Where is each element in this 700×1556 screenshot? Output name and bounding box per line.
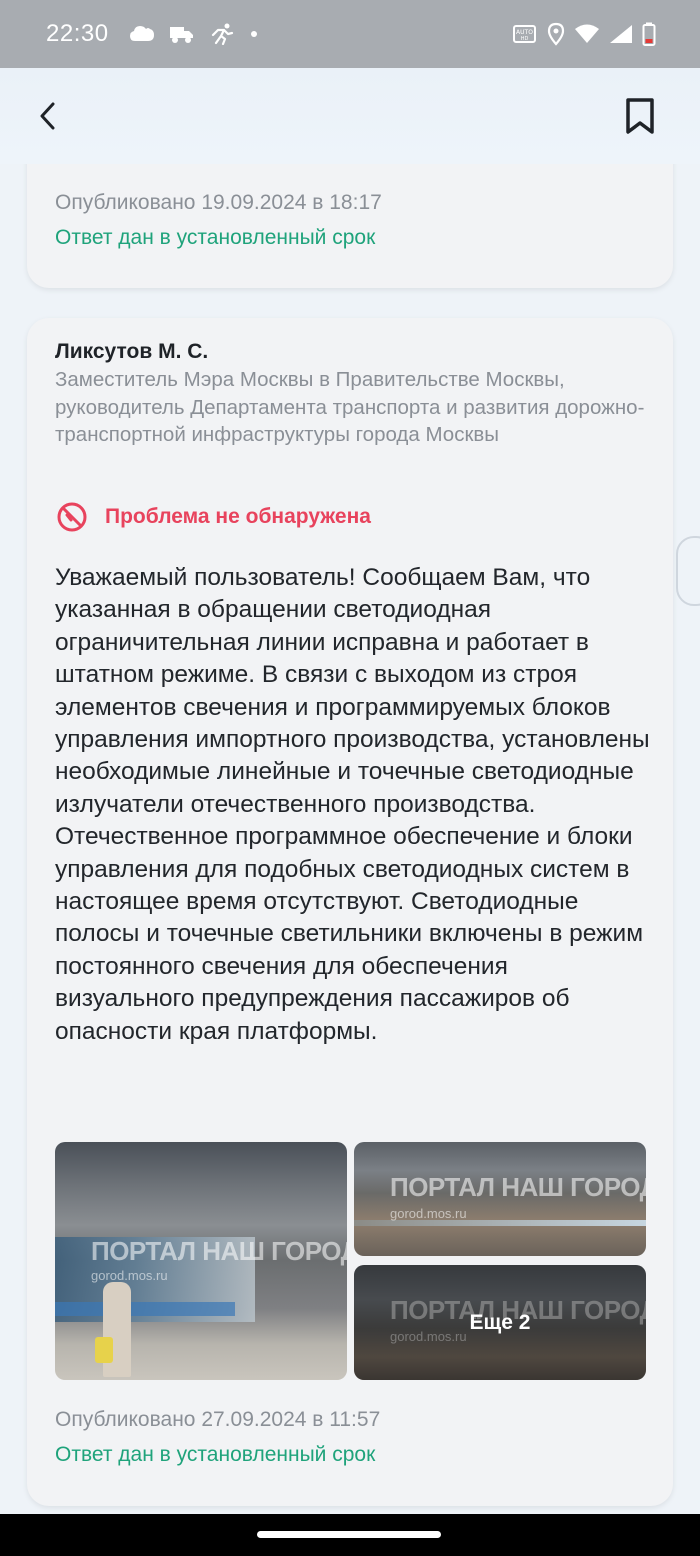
- more-photos-label: Еще 2: [469, 1310, 531, 1334]
- photo-thumbnail-more[interactable]: ПОРТАЛ НАШ ГОРОД gorod.mos.ru Еще 2: [354, 1265, 646, 1380]
- published-date: Опубликовано 27.09.2024 в 11:57: [55, 1408, 381, 1431]
- photo-thumbnail[interactable]: ПОРТАЛ НАШ ГОРОД gorod.mos.ru: [354, 1142, 646, 1256]
- bookmark-button[interactable]: [620, 96, 660, 136]
- home-gesture-handle[interactable]: [257, 1531, 441, 1538]
- bookmark-icon: [626, 98, 654, 134]
- author-position: Заместитель Мэра Москвы в Правительстве …: [55, 368, 645, 446]
- watermark: ПОРТАЛ НАШ ГОРОД: [91, 1236, 347, 1266]
- cloud-icon: [129, 23, 155, 45]
- runner-icon: [209, 23, 235, 45]
- published-date: Опубликовано 19.09.2024 в 18:17: [55, 191, 382, 214]
- system-icons: AUTO HD: [512, 22, 656, 46]
- app-bar: [0, 68, 700, 164]
- status-label: Проблема не обнаружена: [105, 505, 371, 528]
- svg-text:HD: HD: [521, 36, 529, 42]
- notification-icons: [129, 23, 259, 45]
- watermark-url: gorod.mos.ru: [390, 1206, 467, 1221]
- watermark: ПОРТАЛ НАШ ГОРОД: [390, 1172, 646, 1202]
- no-problem-icon: [57, 502, 87, 532]
- location-icon: [546, 22, 566, 46]
- chevron-left-icon: [40, 102, 55, 130]
- answer-card-previous: Опубликовано 19.09.2024 в 18:17 Ответ да…: [27, 164, 673, 288]
- wifi-icon: [574, 23, 600, 45]
- answers-list[interactable]: Опубликовано 19.09.2024 в 18:17 Ответ да…: [0, 164, 700, 1514]
- watermark-url: gorod.mos.ru: [91, 1268, 168, 1283]
- truck-icon: [169, 24, 195, 44]
- answer-text: Уважаемый пользователь! Сообщаем Вам, чт…: [55, 564, 650, 1045]
- more-photos-overlay: Еще 2: [354, 1265, 646, 1380]
- status-time: 22:30: [46, 20, 109, 47]
- signal-icon: [608, 23, 634, 45]
- dot-icon: [249, 29, 259, 39]
- photo-thumbnail[interactable]: ПОРТАЛ НАШ ГОРОД gorod.mos.ru: [55, 1142, 347, 1380]
- author-name: Ликсутов М. С.: [55, 340, 209, 363]
- system-navigation-bar: [0, 1514, 700, 1556]
- battery-low-icon: [642, 22, 656, 46]
- photo-gallery: ПОРТАЛ НАШ ГОРОД gorod.mos.ru ПОРТАЛ НАШ…: [55, 1142, 646, 1380]
- side-panel-handle[interactable]: [676, 536, 700, 606]
- back-button[interactable]: [30, 98, 66, 134]
- deadline-status: Ответ дан в установленный срок: [55, 226, 376, 249]
- deadline-status: Ответ дан в установленный срок: [55, 1443, 376, 1466]
- answer-card: Ликсутов М. С. Заместитель Мэра Москвы в…: [27, 318, 673, 1506]
- svg-text:AUTO: AUTO: [516, 29, 533, 36]
- auto-hd-icon: AUTO HD: [512, 23, 538, 45]
- answer-status: Проблема не обнаружена: [55, 500, 371, 534]
- status-bar: 22:30 AUTO HD: [0, 0, 700, 68]
